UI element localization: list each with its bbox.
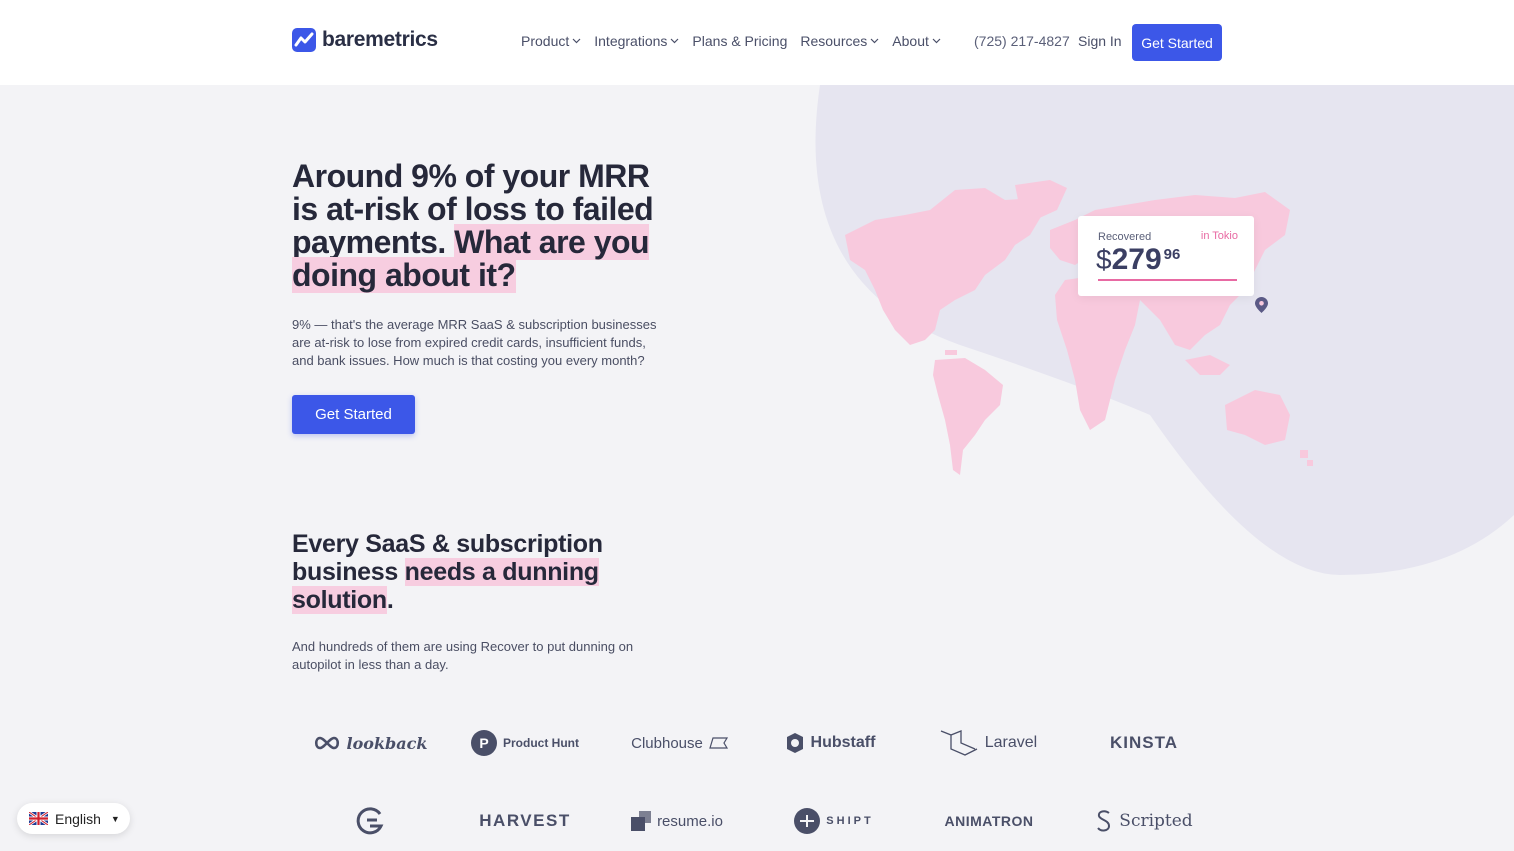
hero-get-started-button[interactable]: Get Started <box>292 395 415 434</box>
uk-flag-icon <box>29 812 48 825</box>
section-title: Every SaaS & subscription business needs… <box>292 530 612 614</box>
nav-product[interactable]: Product <box>521 33 581 49</box>
scripted-logo: Scripted <box>1084 804 1204 838</box>
card-underline <box>1098 279 1237 281</box>
header-get-started-button[interactable]: Get Started <box>1132 24 1222 61</box>
caret-down-icon: ▼ <box>110 813 120 824</box>
svg-text:P: P <box>479 735 488 751</box>
recovered-amount-integer: 279 <box>1111 243 1162 276</box>
recovered-card: Recovered in Tokio $ 279 96 <box>1078 216 1254 296</box>
harvest-logo: HARVEST <box>465 804 585 838</box>
scripted-icon <box>1097 810 1111 832</box>
infinity-icon <box>314 736 339 750</box>
main-nav: Product Integrations Plans & Pricing Res… <box>521 33 941 49</box>
language-selector[interactable]: English ▼ <box>17 803 130 834</box>
hero-description: 9% — that's the average MRR SaaS & subsc… <box>292 317 657 368</box>
hubstaff-icon <box>786 733 803 753</box>
resume-io-icon <box>631 811 652 831</box>
shipt-icon <box>794 808 821 834</box>
resume-io-logo-text: resume.io <box>657 812 723 830</box>
language-label: English <box>55 810 101 827</box>
baremetrics-logo-icon <box>292 28 316 52</box>
chevron-down-icon <box>670 38 679 44</box>
hubstaff-logo: Hubstaff <box>770 726 890 760</box>
clubhouse-logo: Clubhouse <box>620 726 740 760</box>
recovered-location: in Tokio <box>1200 230 1238 242</box>
lookback-logo: lookback <box>310 726 430 760</box>
lookback-logo-text: lookback <box>346 733 428 753</box>
product-hunt-icon: P <box>471 730 497 756</box>
recovered-amount: $ 279 96 <box>1096 242 1180 278</box>
g-letter-icon <box>356 807 384 835</box>
nav-integrations[interactable]: Integrations <box>594 33 679 49</box>
laravel-logo-text: Laravel <box>984 734 1038 751</box>
clubhouse-logo-text: Clubhouse <box>631 734 703 752</box>
scripted-logo-text: Scripted <box>1119 811 1193 831</box>
chevron-down-icon <box>932 38 941 44</box>
product-hunt-logo-text: Product Hunt <box>503 736 579 750</box>
shipt-logo-text: SHIPT <box>826 815 874 827</box>
recovered-currency: $ <box>1096 244 1112 275</box>
map-pin-icon <box>1255 297 1268 313</box>
chevron-down-icon <box>870 38 879 44</box>
harvest-logo-text: HARVEST <box>479 811 571 830</box>
logo-text: baremetrics <box>322 28 438 51</box>
kinsta-logo-text: KINSTA <box>1109 733 1178 752</box>
resume-io-logo: resume.io <box>617 804 737 838</box>
recovered-amount-decimal: 96 <box>1163 246 1181 263</box>
nav-resources-label: Resources <box>800 33 868 49</box>
site-header: baremetrics Product Integrations Plans &… <box>0 0 1514 85</box>
nav-resources[interactable]: Resources <box>800 33 879 49</box>
nav-about-label: About <box>892 33 929 49</box>
nav-product-label: Product <box>521 33 570 49</box>
animatron-logo-text: ANIMATRON <box>944 813 1034 829</box>
shipt-logo: SHIPT <box>774 804 894 838</box>
baremetrics-logo[interactable]: baremetrics <box>292 28 438 52</box>
sign-in-link[interactable]: Sign In <box>1078 33 1122 49</box>
flag-icon <box>709 737 728 749</box>
laravel-logo: Laravel <box>928 726 1048 760</box>
phone-number-link[interactable]: (725) 217-4827 <box>974 33 1070 49</box>
section-title-end: . <box>386 586 394 614</box>
nav-plans-pricing-label: Plans & Pricing <box>692 33 788 49</box>
animatron-logo: ANIMATRON <box>929 804 1049 838</box>
chevron-down-icon <box>572 38 581 44</box>
nav-integrations-label: Integrations <box>594 33 668 49</box>
customer-g-logo <box>340 804 400 838</box>
laravel-icon <box>940 730 978 756</box>
hero-title: Around 9% of your MRR is at-risk of loss… <box>292 160 672 293</box>
product-hunt-logo: P Product Hunt <box>465 726 585 760</box>
section-description: And hundreds of them are using Recover t… <box>292 639 634 672</box>
nav-plans-pricing[interactable]: Plans & Pricing <box>692 33 787 49</box>
hubstaff-logo-text: Hubstaff <box>810 734 876 751</box>
kinsta-logo: KINSTA <box>1084 726 1204 760</box>
nav-about[interactable]: About <box>892 33 941 49</box>
